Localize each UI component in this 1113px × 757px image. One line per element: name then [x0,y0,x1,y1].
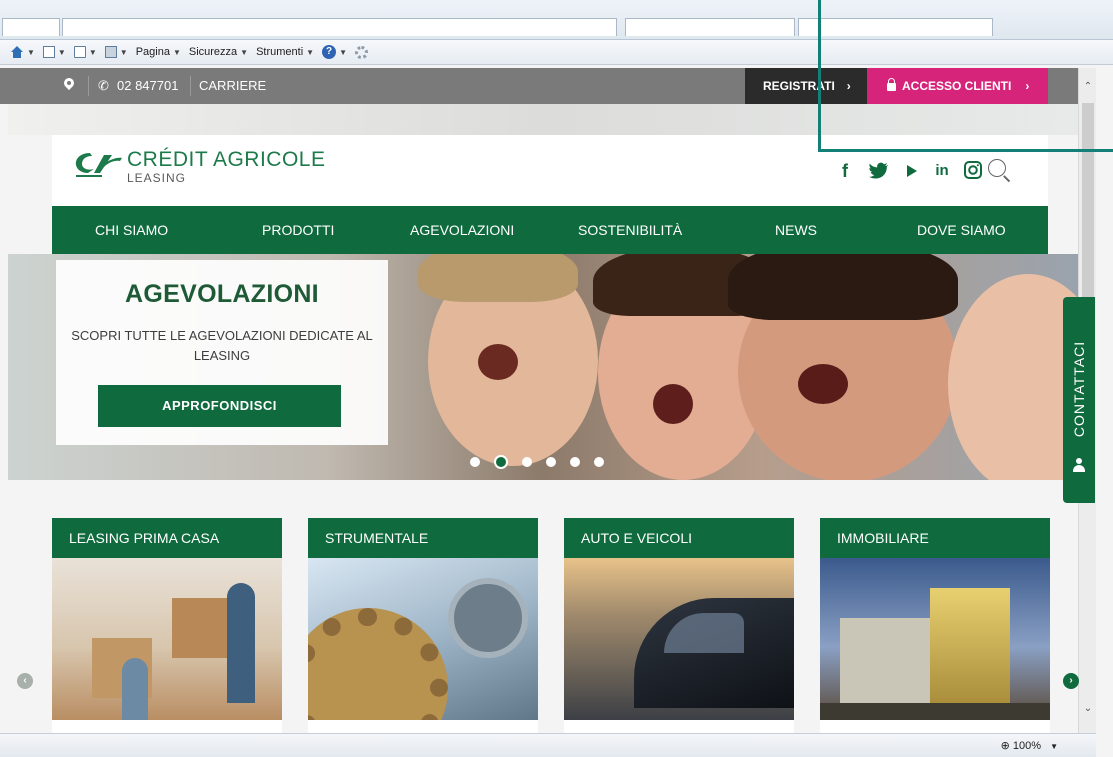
menu-sicurezza[interactable]: Sicurezza ▼ [189,46,248,58]
help-button[interactable]: ? ▼ [322,45,347,59]
browser-status-bar: ⊕ 100% ▼ [0,733,1096,757]
divider [190,76,191,96]
logo-title[interactable]: CRÉDIT AGRICOLE [127,148,326,172]
carousel-dots [470,455,604,469]
product-card-leasing-prima-casa[interactable]: LEASING PRIMA CASA [52,518,282,733]
nav-news[interactable]: NEWS [775,206,817,254]
nav-prodotti[interactable]: PRODOTTI [262,206,334,254]
logo-subtitle[interactable]: LEASING [127,171,186,185]
product-image [820,558,1050,720]
logo-icon[interactable] [72,149,124,179]
carousel-dot[interactable] [522,457,532,467]
youtube-play-icon[interactable] [906,164,918,178]
carousel-dot-active[interactable] [494,455,508,469]
product-image-person [227,583,255,703]
contact-side-tab[interactable]: CONTATTACI [1063,297,1095,503]
product-image-gear [308,608,448,720]
address-bar[interactable] [62,18,617,36]
carousel-dot[interactable] [594,457,604,467]
gear-icon [355,45,369,59]
product-image-person [122,658,148,720]
zoom-level[interactable]: ⊕ 100% ▼ [1001,739,1058,752]
chevron-down-icon: ▼ [1050,742,1058,751]
home-icon [10,46,24,58]
main-navigation: CHI SIAMO PRODOTTI AGEVOLAZIONI SOSTENIB… [52,206,1048,254]
person-icon [1073,458,1085,472]
scroll-down-icon[interactable]: ⌄ [1083,704,1093,714]
browser-tab[interactable] [625,18,795,36]
zoom-icon: ⊕ [1000,740,1013,752]
settings-button[interactable] [355,45,369,59]
hero-image-hair [728,254,958,320]
hero-image-mouth [798,364,848,404]
carousel-next-icon[interactable]: › [1063,673,1079,689]
print-button[interactable]: ▼ [104,46,128,58]
divider [88,76,89,96]
careers-link[interactable]: CARRIERE [199,68,266,104]
hero-image-mouth [653,384,693,424]
phone-number[interactable]: 02 847701 [117,68,178,104]
carousel-prev-icon[interactable]: ‹ [17,673,33,689]
product-image-building [840,618,940,708]
nav-agevolazioni[interactable]: AGEVOLAZIONI [410,206,514,254]
mail-button[interactable]: ▼ [73,46,97,58]
product-image [52,558,282,720]
hero-image-person [948,274,1078,480]
product-title: IMMOBILIARE [820,518,1050,558]
browser-nav-buttons[interactable] [2,18,60,36]
product-title: STRUMENTALE [308,518,538,558]
linkedin-icon[interactable]: in [932,159,952,183]
product-image [564,558,794,720]
hero-cta-button[interactable]: APPROFONDISCI [98,385,341,427]
product-card-auto-e-veicoli[interactable]: AUTO E VEICOLI [564,518,794,733]
carousel-dot[interactable] [470,457,480,467]
hero-image-hair [418,254,578,302]
menu-strumenti[interactable]: Strumenti ▼ [256,46,314,58]
menu-pagina[interactable]: Pagina ▼ [136,46,181,58]
twitter-icon[interactable] [869,162,889,180]
contact-tab-label: CONTATTACI [1071,340,1087,438]
product-image-ground [820,703,1050,720]
facebook-icon[interactable]: f [838,159,852,183]
browser-window: ▼ ▼ ▼ ▼ Pagina ▼ Sicurezza ▼ Strumenti ▼ ? ▼… [0,0,1113,757]
phone-icon: ✆ [98,78,109,93]
feeds-button[interactable]: ▼ [42,46,66,58]
hero-subtitle: SCOPRI TUTTE LE AGEVOLAZIONI DEDICATE AL… [71,328,373,363]
feeds-icon [42,46,55,58]
product-title: LEASING PRIMA CASA [52,518,282,558]
carousel-dot[interactable] [570,457,580,467]
product-image-gear [448,578,528,658]
product-image [308,558,538,720]
home-button[interactable]: ▼ [10,46,35,58]
highlight-annotation [818,0,1113,152]
carousel-dot[interactable] [546,457,556,467]
location-pin-icon[interactable] [63,78,75,92]
nav-dove-siamo[interactable]: DOVE SIAMO [917,206,1006,254]
hero-title: AGEVOLAZIONI [125,280,319,308]
search-icon[interactable] [988,159,1006,177]
nav-sostenibilita[interactable]: SOSTENIBILITÀ [578,206,682,254]
hero-image-mouth [478,344,518,380]
instagram-icon[interactable] [963,160,983,180]
product-title: AUTO E VEICOLI [564,518,794,558]
mail-icon [73,46,86,58]
nav-chi-siamo[interactable]: CHI SIAMO [95,206,168,254]
product-card-strumentale[interactable]: STRUMENTALE [308,518,538,733]
hero-card: AGEVOLAZIONI SCOPRI TUTTE LE AGEVOLAZION… [56,260,388,445]
help-icon: ? [322,45,337,59]
product-card-immobiliare[interactable]: IMMOBILIARE [820,518,1050,733]
product-image-building [930,588,1010,708]
print-icon [104,46,117,58]
